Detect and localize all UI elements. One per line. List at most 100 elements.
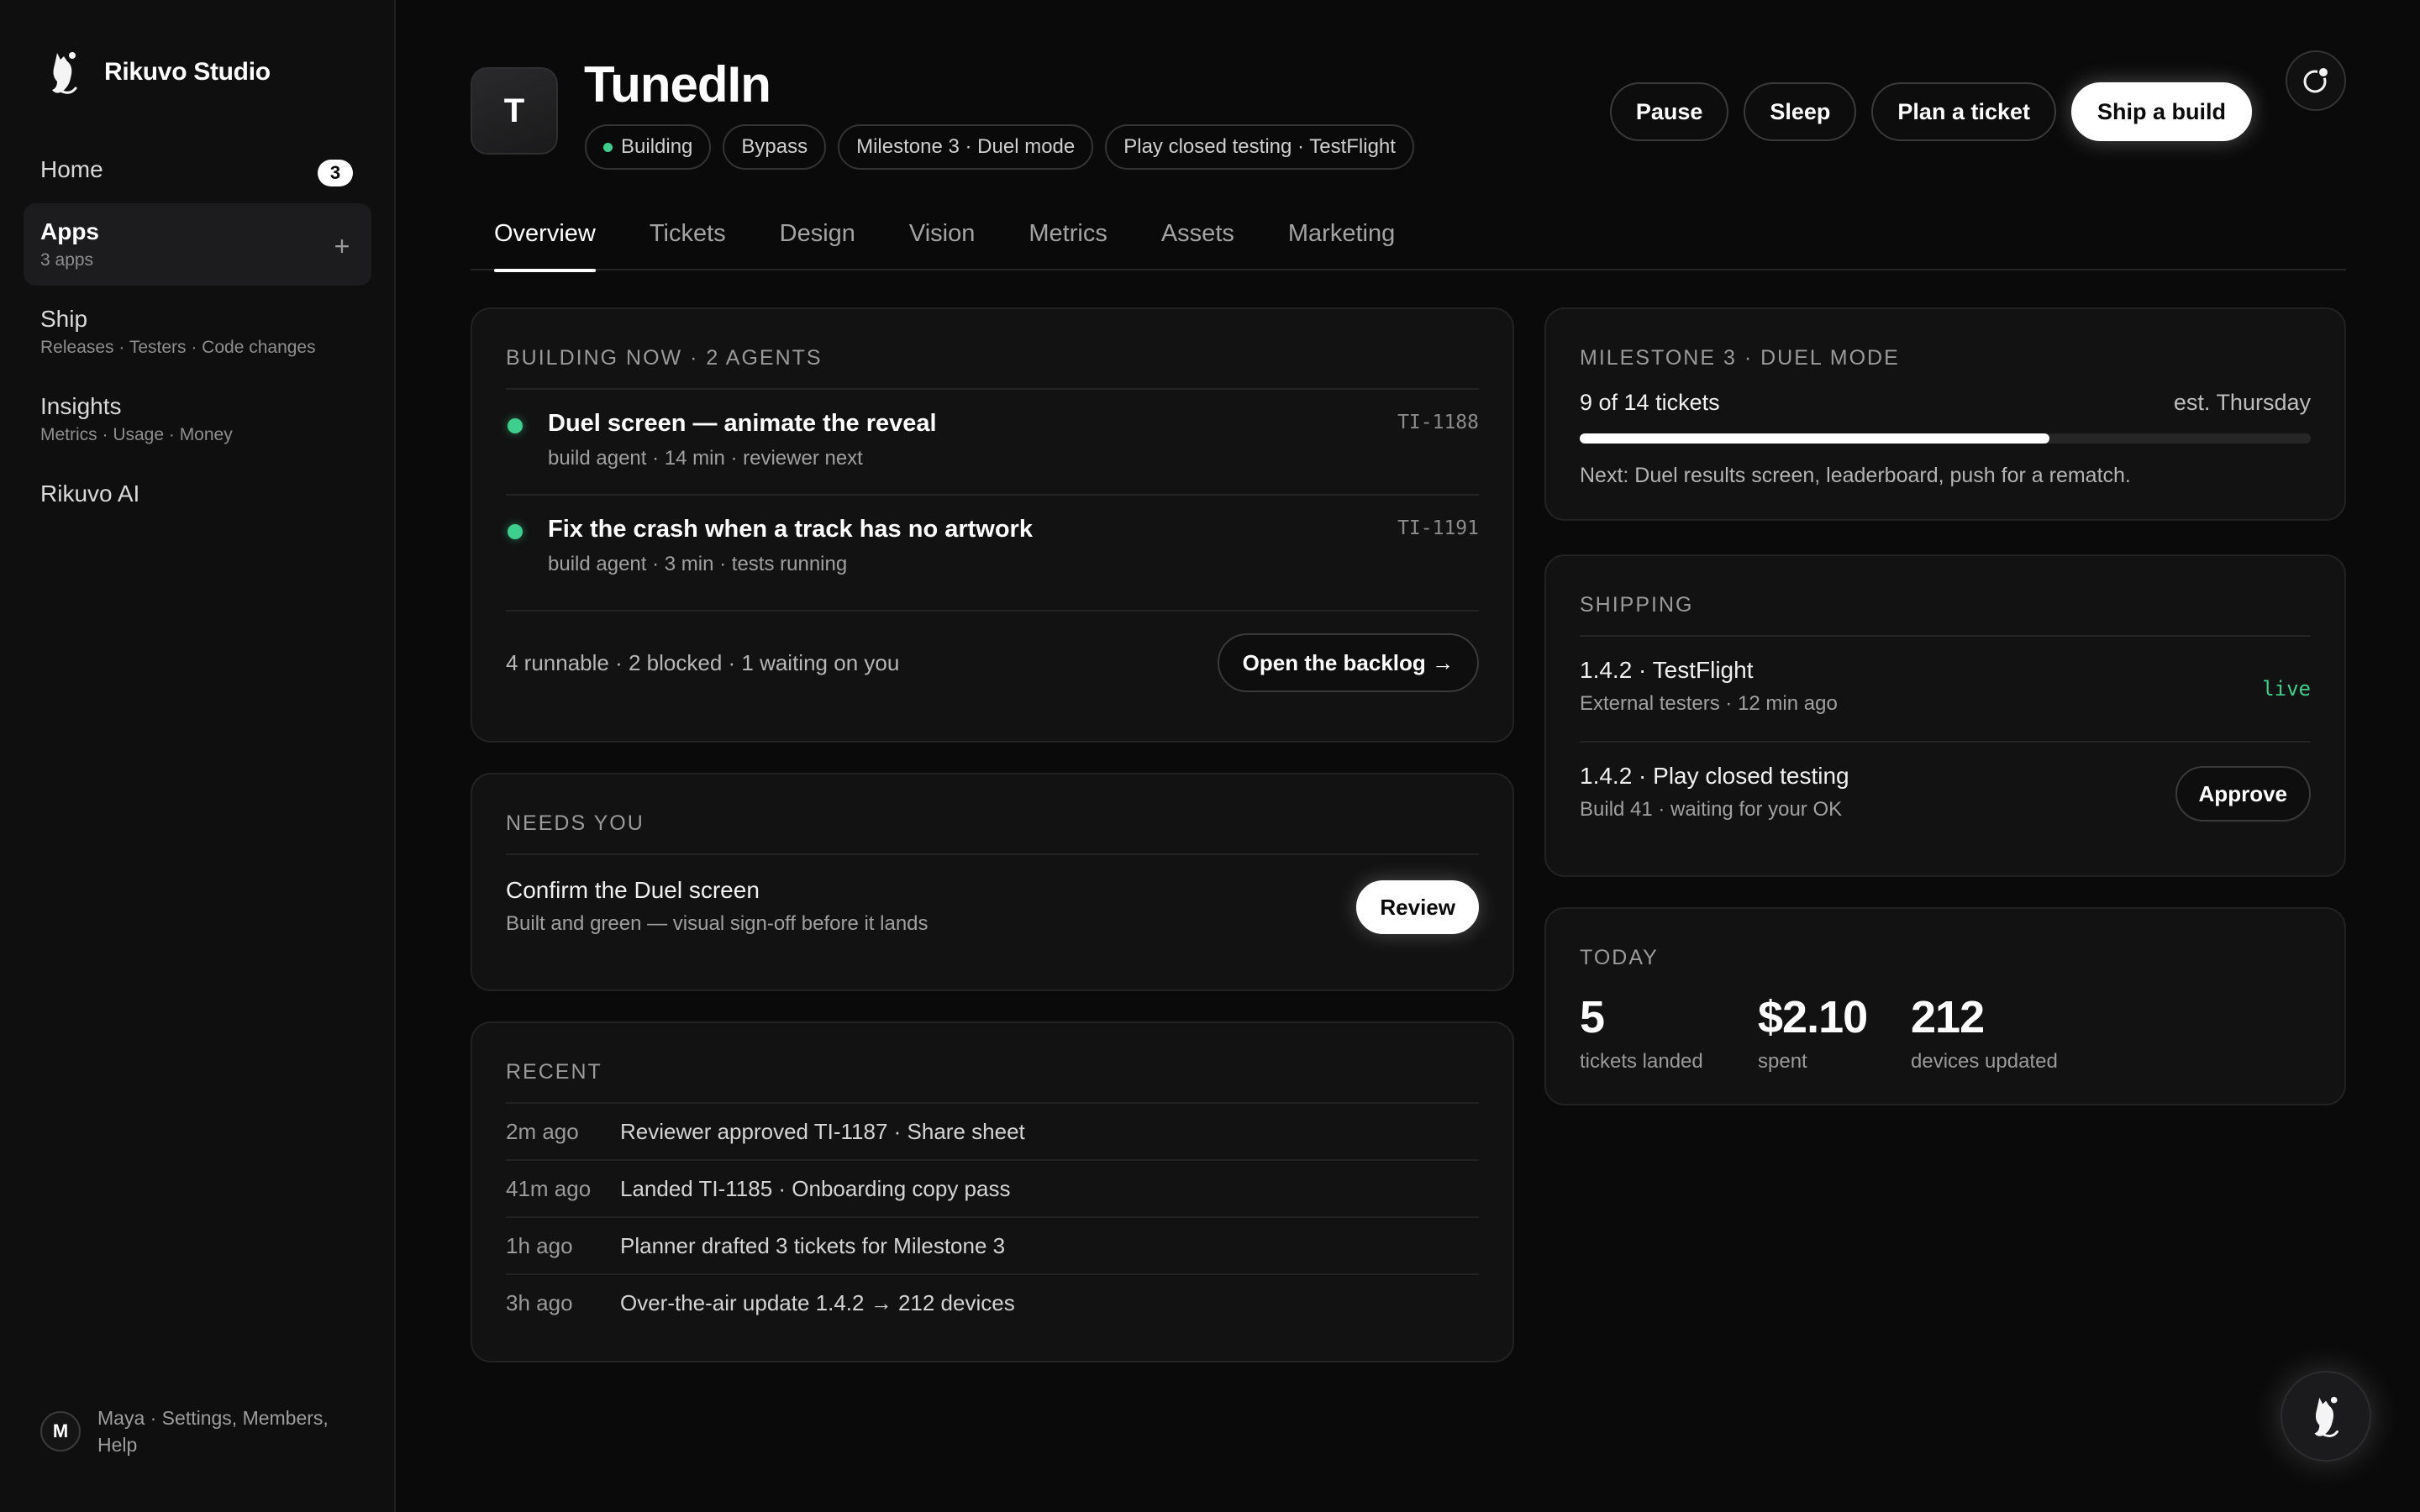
list-item[interactable]: 1h ago Planner drafted 3 tickets for Mil… (506, 1216, 1479, 1273)
ticket-id: TI-1191 (1397, 517, 1479, 539)
milestone-card: MILESTONE 3 · DUEL MODE 9 of 14 tickets … (1544, 307, 2346, 521)
cat-logo-icon (2314, 1396, 2338, 1437)
home-count-badge: 3 (318, 160, 353, 186)
review-button[interactable]: Review (1356, 880, 1479, 934)
tab-overview[interactable]: Overview (494, 220, 596, 272)
tab-assets[interactable]: Assets (1161, 220, 1234, 270)
sidebar-item-label: Home (40, 156, 103, 182)
list-item[interactable]: 41m ago Landed TI-1185 · Onboarding copy… (506, 1159, 1479, 1216)
divider (1580, 635, 2311, 637)
sidebar-item-label: Insights (40, 393, 122, 419)
milestone-eta: est. Thursday (2173, 390, 2311, 415)
brand-name: Rikuvo Studio (104, 58, 271, 86)
sidebar-item-ship[interactable]: Ship Releases · Testers · Code changes (24, 291, 371, 373)
task-meta: build agent · 14 min · reviewer next (548, 447, 863, 470)
sidebar-item-label: Ship (40, 306, 88, 332)
tab-metrics[interactable]: Metrics (1028, 220, 1107, 270)
tab-marketing[interactable]: Marketing (1288, 220, 1395, 270)
stat-label: tickets landed (1580, 1050, 1703, 1073)
running-dot-icon (508, 524, 523, 539)
card-title: RECENT (506, 1060, 602, 1084)
task-title: Duel screen — animate the reveal (548, 410, 937, 437)
sleep-button[interactable]: Sleep (1744, 82, 1857, 141)
list-item[interactable]: 3h ago Over-the-air update 1.4.2 → 212 d… (506, 1273, 1479, 1331)
recent-time: 3h ago (506, 1290, 573, 1315)
activity-ring-icon (2303, 66, 2329, 93)
needs-you-item-sub: Built and green — visual sign-off before… (506, 912, 929, 935)
user-menu[interactable]: M Maya · Settings, Members, Help (40, 1404, 360, 1458)
status-chip-channels[interactable]: Play closed testing · TestFlight (1105, 124, 1414, 170)
divider (506, 494, 1479, 496)
sidebar-item-sub: Metrics · Usage · Money (40, 425, 233, 444)
sidebar-item-insights[interactable]: Insights Metrics · Usage · Money (24, 378, 371, 460)
recent-time: 41m ago (506, 1176, 592, 1201)
milestone-progress-text: 9 of 14 tickets (1580, 390, 1720, 415)
needs-you-item-title: Confirm the Duel screen (506, 877, 760, 903)
release-sub: External testers · 12 min ago (1580, 692, 1838, 715)
sidebar-item-rikuvo-ai[interactable]: Rikuvo AI (24, 465, 371, 522)
list-item[interactable]: 2m ago Reviewer approved TI-1187 · Share… (506, 1102, 1479, 1159)
sidebar-nav: Home 3 Apps 3 apps + Ship Releases · Tes… (24, 141, 371, 528)
divider (506, 388, 1479, 390)
today-card: TODAY 5 tickets landed $2.10 spent 212 d… (1544, 907, 2346, 1105)
tab-tickets[interactable]: Tickets (650, 220, 726, 270)
ship-build-button[interactable]: Ship a build (2071, 82, 2252, 141)
recent-text: Over-the-air update 1.4.2 → 212 devices (620, 1290, 1015, 1315)
card-title: NEEDS YOU (506, 811, 644, 835)
pause-button[interactable]: Pause (1609, 82, 1729, 141)
stat-label: devices updated (1911, 1050, 2058, 1073)
divider (1580, 741, 2311, 743)
plan-ticket-button[interactable]: Plan a ticket (1871, 82, 2056, 141)
avatar: M (40, 1411, 81, 1452)
page-title: TunedIn (584, 56, 771, 113)
sidebar-item-apps[interactable]: Apps 3 apps + (24, 203, 371, 286)
status-chip-milestone[interactable]: Milestone 3 · Duel mode (838, 124, 1094, 170)
add-app-icon[interactable]: + (328, 232, 356, 260)
task-meta: build agent · 3 min · tests running (548, 553, 848, 575)
card-title: BUILDING NOW · 2 AGENTS (506, 346, 823, 370)
recent-card: RECENT 2m ago Reviewer approved TI-1187 … (471, 1021, 1514, 1362)
brand[interactable]: Rikuvo Studio (40, 47, 271, 97)
running-dot-icon (508, 418, 523, 433)
queue-summary: 4 runnable · 2 blocked · 1 waiting on yo… (506, 650, 900, 675)
tab-vision[interactable]: Vision (909, 220, 975, 270)
tab-bar: Overview Tickets Design Vision Metrics A… (471, 220, 2346, 272)
cat-logo-icon (40, 47, 87, 97)
sidebar-item-label: Apps (40, 218, 99, 244)
stat-value: 212 (1911, 992, 1985, 1042)
status-chip-building[interactable]: Building (585, 124, 712, 170)
chip-label: Milestone 3 · Duel mode (856, 135, 1076, 158)
status-chip-bypass[interactable]: Bypass (723, 124, 827, 170)
stat-value: 5 (1580, 992, 1605, 1042)
recent-time: 1h ago (506, 1233, 573, 1258)
release-sub: Build 41 · waiting for your OK (1580, 798, 1843, 821)
approve-button[interactable]: Approve (2175, 766, 2311, 822)
recent-text: Planner drafted 3 tickets for Milestone … (620, 1233, 1006, 1258)
milestone-progress-bar (1580, 433, 2311, 444)
ticket-id: TI-1188 (1397, 412, 1479, 433)
sidebar-item-label: Rikuvo AI (40, 480, 140, 507)
sidebar-item-sub: Releases · Testers · Code changes (40, 338, 316, 357)
release-title: 1.4.2 · TestFlight (1580, 657, 1754, 683)
release-title: 1.4.2 · Play closed testing (1580, 763, 1849, 789)
shipping-card: SHIPPING 1.4.2 · TestFlight External tes… (1544, 554, 2346, 877)
sidebar-item-home[interactable]: Home 3 (24, 141, 371, 198)
sidebar-item-sub: 3 apps (40, 250, 94, 270)
chip-label: Play closed testing · TestFlight (1123, 135, 1396, 158)
card-title: TODAY (1580, 946, 1659, 969)
building-now-card: BUILDING NOW · 2 AGENTS Duel screen — an… (471, 307, 1514, 743)
sidebar: Rikuvo Studio Home 3 Apps 3 apps + Ship … (0, 0, 396, 1512)
divider (506, 853, 1479, 855)
milestone-progress-fill (1580, 433, 2050, 444)
activity-status-button[interactable] (2286, 50, 2346, 111)
header-actions: Pause Sleep Plan a ticket Ship a build (1609, 82, 2252, 141)
assistant-fab-button[interactable] (2281, 1371, 2371, 1462)
divider (506, 610, 1479, 612)
open-backlog-button[interactable]: Open the backlog → (1217, 633, 1479, 692)
tab-design[interactable]: Design (780, 220, 855, 270)
task-title: Fix the crash when a track has no artwor… (548, 516, 1033, 543)
card-title: SHIPPING (1580, 593, 1694, 617)
needs-you-card: NEEDS YOU Confirm the Duel screen Built … (471, 773, 1514, 991)
recent-text: Landed TI-1185 · Onboarding copy pass (620, 1176, 1011, 1201)
chip-label: Bypass (741, 135, 808, 158)
